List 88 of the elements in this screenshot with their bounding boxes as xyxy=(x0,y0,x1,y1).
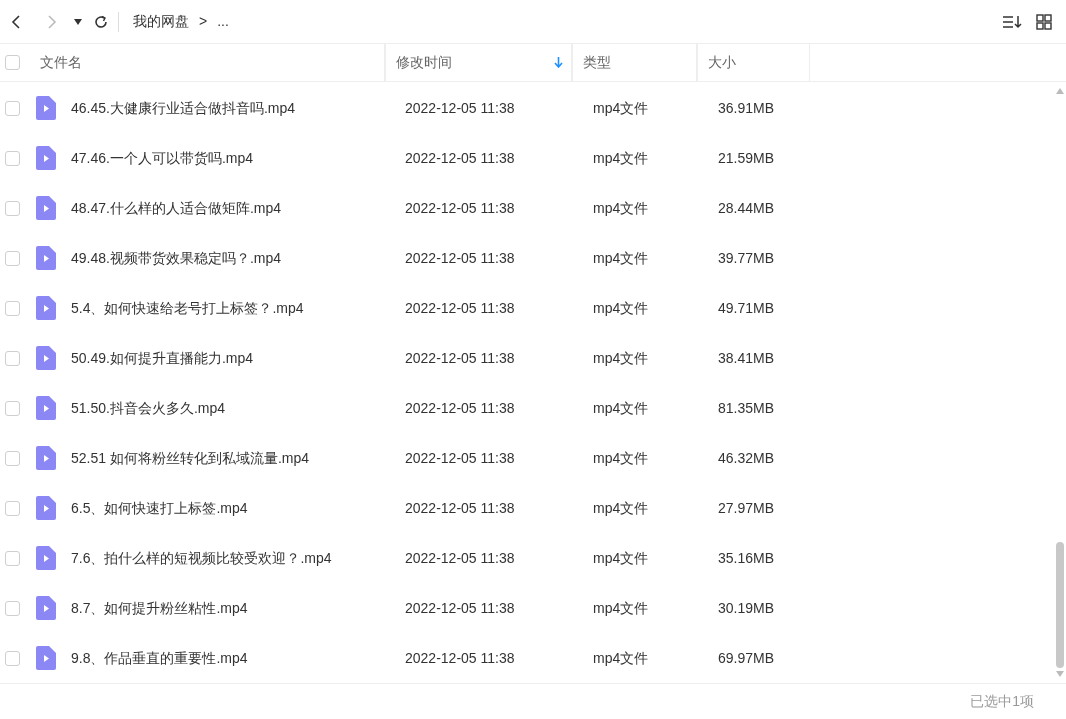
checkbox[interactable] xyxy=(5,300,20,316)
file-size: 30.19MB xyxy=(718,599,775,616)
modified-time: 2022-12-05 11:38 xyxy=(405,249,515,266)
file-type: mp4文件 xyxy=(593,99,649,116)
grid-view-icon[interactable] xyxy=(1036,13,1052,30)
video-file-icon xyxy=(36,346,56,370)
modified-time: 2022-12-05 11:38 xyxy=(405,499,515,516)
modified-time: 2022-12-05 11:38 xyxy=(405,299,515,316)
file-size: 69.97MB xyxy=(718,649,775,666)
checkbox[interactable] xyxy=(5,650,20,666)
file-type: mp4文件 xyxy=(593,599,649,616)
file-size: 35.16MB xyxy=(718,549,775,566)
video-file-icon xyxy=(36,396,56,420)
column-header[interactable]: 类型 xyxy=(583,52,611,73)
file-type: mp4文件 xyxy=(593,249,649,266)
video-file-icon xyxy=(36,196,56,220)
breadcrumb-item[interactable]: ... xyxy=(217,11,229,32)
checkbox[interactable] xyxy=(5,550,20,566)
modified-time: 2022-12-05 11:38 xyxy=(405,149,515,166)
modified-time: 2022-12-05 11:38 xyxy=(405,349,515,366)
video-file-icon xyxy=(36,646,56,670)
file-name[interactable]: 8.7、如何提升粉丝粘性.mp4 xyxy=(71,599,248,616)
checkbox[interactable] xyxy=(5,200,20,216)
file-size: 28.44MB xyxy=(718,199,775,216)
file-name[interactable]: 48.47.什么样的人适合做矩阵.mp4 xyxy=(71,199,282,216)
file-size: 81.35MB xyxy=(718,399,775,416)
modified-time: 2022-12-05 11:38 xyxy=(405,99,515,116)
checkbox[interactable] xyxy=(5,600,20,616)
file-name[interactable]: 50.49.如何提升直播能力.mp4 xyxy=(71,349,254,366)
file-type: mp4文件 xyxy=(593,399,649,416)
video-file-icon xyxy=(36,296,56,320)
modified-time: 2022-12-05 11:38 xyxy=(405,199,515,216)
checkbox[interactable] xyxy=(5,250,20,266)
file-size: 36.91MB xyxy=(718,99,775,116)
scroll-up-arrow-icon[interactable] xyxy=(1056,88,1064,94)
breadcrumb-item[interactable]: > xyxy=(199,11,208,32)
video-file-icon xyxy=(36,546,56,570)
file-size: 21.59MB xyxy=(718,149,775,166)
file-size: 27.97MB xyxy=(718,499,775,516)
file-name[interactable]: 47.46.一个人可以带货吗.mp4 xyxy=(71,149,254,166)
checkbox[interactable] xyxy=(5,500,20,516)
modified-time: 2022-12-05 11:38 xyxy=(405,549,515,566)
file-name[interactable]: 7.6、拍什么样的短视频比较受欢迎？.mp4 xyxy=(71,549,332,566)
file-size: 46.32MB xyxy=(718,449,775,466)
file-name[interactable]: 9.8、作品垂直的重要性.mp4 xyxy=(71,649,248,666)
file-type: mp4文件 xyxy=(593,549,649,566)
column-header[interactable]: 文件名 xyxy=(40,52,82,73)
file-size: 39.77MB xyxy=(718,249,775,266)
file-type: mp4文件 xyxy=(593,349,649,366)
modified-time: 2022-12-05 11:38 xyxy=(405,599,515,616)
file-type: mp4文件 xyxy=(593,499,649,516)
file-name[interactable]: 6.5、如何快速打上标签.mp4 xyxy=(71,499,248,516)
selection-status: 已选中1项 xyxy=(970,692,1034,711)
scroll-down-arrow-icon[interactable] xyxy=(1056,671,1064,677)
breadcrumb-item[interactable]: 我的网盘 xyxy=(133,11,189,32)
video-file-icon xyxy=(36,496,56,520)
file-type: mp4文件 xyxy=(593,649,649,666)
file-size: 49.71MB xyxy=(718,299,775,316)
modified-time: 2022-12-05 11:38 xyxy=(405,649,515,666)
modified-time: 2022-12-05 11:38 xyxy=(405,449,515,466)
file-size: 38.41MB xyxy=(718,349,775,366)
column-header[interactable]: 修改时间 xyxy=(396,52,452,73)
dropdown-caret-icon[interactable] xyxy=(74,18,82,25)
checkbox[interactable] xyxy=(5,55,20,70)
file-name[interactable]: 46.45.大健康行业适合做抖音吗.mp4 xyxy=(71,99,296,116)
checkbox[interactable] xyxy=(5,150,20,166)
video-file-icon xyxy=(36,246,56,270)
file-type: mp4文件 xyxy=(593,199,649,216)
file-type: mp4文件 xyxy=(593,149,649,166)
modified-time: 2022-12-05 11:38 xyxy=(405,399,515,416)
file-name[interactable]: 5.4、如何快速给老号打上标签？.mp4 xyxy=(71,299,304,316)
video-file-icon xyxy=(36,596,56,620)
video-file-icon xyxy=(36,96,56,120)
file-name[interactable]: 51.50.抖音会火多久.mp4 xyxy=(71,399,226,416)
video-file-icon xyxy=(36,146,56,170)
refresh-icon[interactable] xyxy=(93,13,109,30)
checkbox[interactable] xyxy=(5,450,20,466)
file-name[interactable]: 52.51 如何将粉丝转化到私域流量.mp4 xyxy=(71,449,310,466)
file-type: mp4文件 xyxy=(593,299,649,316)
checkbox[interactable] xyxy=(5,400,20,416)
file-type: mp4文件 xyxy=(593,449,649,466)
scrollbar-thumb[interactable] xyxy=(1056,542,1064,668)
checkbox[interactable] xyxy=(5,350,20,366)
video-file-icon xyxy=(36,446,56,470)
checkbox[interactable] xyxy=(5,100,20,116)
file-name[interactable]: 49.48.视频带货效果稳定吗？.mp4 xyxy=(71,249,282,266)
sort-icon[interactable] xyxy=(1002,13,1022,30)
column-header[interactable]: 大小 xyxy=(708,52,736,73)
